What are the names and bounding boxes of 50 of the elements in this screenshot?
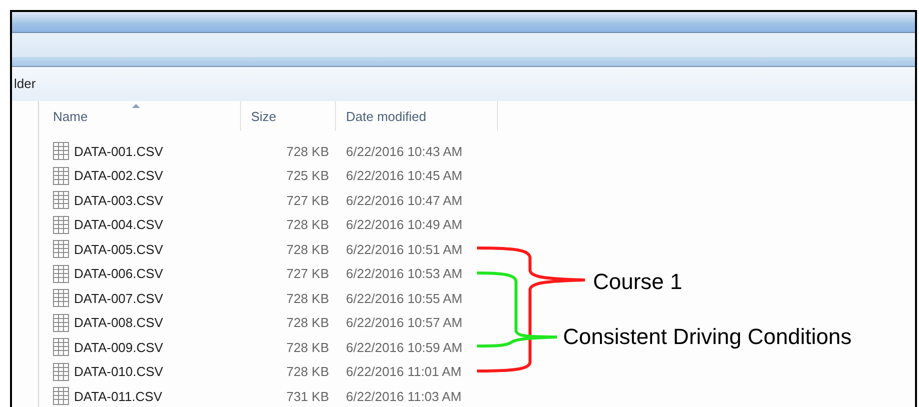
- column-header[interactable]: Name: [39, 101, 241, 131]
- sort-arrow-icon: [132, 104, 140, 108]
- file-size: 725 KB: [286, 168, 329, 184]
- file-size: 728 KB: [286, 340, 329, 355]
- date-modified: 6/22/2016 10:55 AM: [346, 290, 462, 306]
- file-name[interactable]: DATA-009.CSV: [74, 340, 164, 355]
- date-modified: 6/22/2016 11:01 AM: [346, 364, 462, 380]
- spreadsheet-icon: [53, 314, 69, 332]
- file-size: 727 KB: [286, 266, 329, 282]
- annotation-label: Consistent Driving Conditions: [563, 324, 852, 350]
- file-size: 731 KB: [286, 388, 329, 404]
- file-name[interactable]: DATA-004.CSV: [74, 217, 164, 232]
- date-modified: 6/22/2016 11:03 AM: [346, 388, 462, 404]
- spreadsheet-icon: [53, 142, 69, 160]
- date-modified: 6/22/2016 10:45 AM: [346, 168, 462, 184]
- file-size: 728 KB: [286, 144, 329, 159]
- file-size: 728 KB: [286, 315, 329, 330]
- date-modified: 6/22/2016 10:51 AM: [346, 242, 462, 257]
- column-header[interactable]: Size: [241, 101, 336, 131]
- file-name[interactable]: DATA-003.CSV: [74, 192, 164, 208]
- spreadsheet-icon: [53, 289, 69, 308]
- file-name[interactable]: DATA-008.CSV: [74, 315, 164, 330]
- address-bar[interactable]: lder: [12, 67, 915, 101]
- spreadsheet-icon: [53, 240, 69, 258]
- file-size: 728 KB: [286, 290, 329, 306]
- file-name[interactable]: DATA-010.CSV: [74, 364, 164, 380]
- date-modified: 6/22/2016 10:53 AM: [346, 266, 462, 282]
- file-name[interactable]: DATA-011.CSV: [74, 388, 162, 404]
- date-modified: 6/22/2016 10:47 AM: [346, 192, 462, 208]
- date-modified: 6/22/2016 10:43 AM: [346, 144, 462, 159]
- file-name[interactable]: DATA-006.CSV: [74, 266, 164, 282]
- file-size: 728 KB: [286, 364, 329, 380]
- column-header[interactable]: Date modified: [336, 101, 498, 131]
- spreadsheet-icon: [53, 191, 69, 210]
- date-modified: 6/22/2016 10:57 AM: [346, 315, 462, 330]
- date-modified: 6/22/2016 10:49 AM: [346, 217, 462, 232]
- annotation-label: Course 1: [593, 269, 682, 295]
- file-name[interactable]: DATA-007.CSV: [74, 290, 164, 306]
- date-modified: 6/22/2016 10:59 AM: [346, 340, 462, 355]
- file-size: 727 KB: [286, 192, 329, 208]
- spreadsheet-icon: [53, 338, 69, 356]
- file-name[interactable]: DATA-005.CSV: [74, 242, 164, 257]
- spreadsheet-icon: [53, 264, 69, 283]
- file-name[interactable]: DATA-001.CSV: [74, 144, 164, 159]
- file-size: 728 KB: [286, 217, 329, 232]
- spreadsheet-icon: [53, 216, 69, 234]
- file-name[interactable]: DATA-002.CSV: [74, 168, 164, 184]
- spreadsheet-icon: [53, 166, 69, 185]
- spreadsheet-icon: [53, 362, 69, 381]
- file-size: 728 KB: [286, 242, 329, 257]
